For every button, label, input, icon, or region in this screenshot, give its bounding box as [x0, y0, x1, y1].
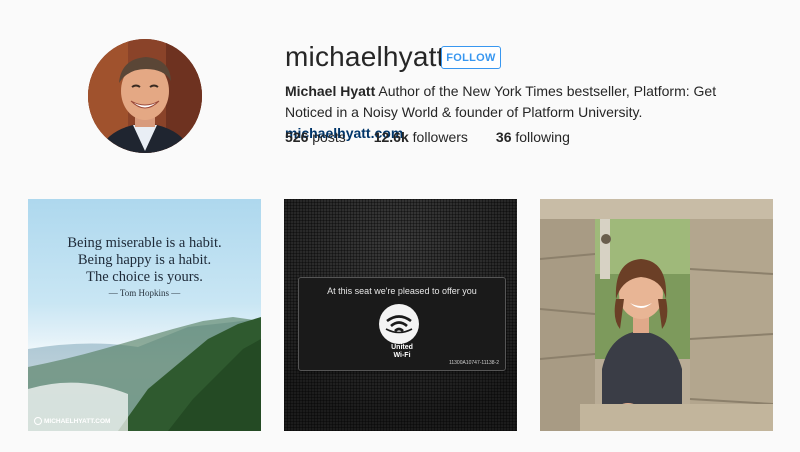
quote-line: The choice is yours.	[86, 269, 203, 285]
followers-count: 12.6k	[373, 129, 409, 145]
quote-line: Being miserable is a habit.	[67, 235, 222, 251]
watermark-logo-icon	[34, 417, 42, 425]
quote-author: — Tom Hopkins —	[108, 288, 181, 298]
following-count: 36	[495, 129, 512, 145]
following-label: following	[515, 129, 570, 145]
username: michaelhyatt	[285, 41, 445, 72]
posts-label: posts	[312, 129, 346, 145]
card-text: At this seat we're pleased to offer you	[327, 286, 477, 296]
card-serial: 11300A10747-11138-2	[448, 360, 499, 366]
logo-line: United	[391, 344, 413, 351]
watermark: MICHAELHYATT.COM	[34, 417, 110, 425]
follow-button[interactable]: FOLLOW	[441, 46, 501, 69]
avatar-photo	[88, 39, 202, 153]
followers-stat[interactable]: 12.6k followers	[374, 129, 468, 145]
wifi-logo-icon	[379, 304, 419, 344]
card-logo-text: United Wi-Fi	[299, 344, 505, 360]
stone-window-photo	[540, 199, 773, 431]
wifi-card: At this seat we're pleased to offer you …	[298, 277, 506, 371]
avatar	[88, 39, 202, 153]
post-thumbnail[interactable]: At this seat we're pleased to offer you …	[284, 199, 517, 431]
watermark-text: MICHAELHYATT.COM	[44, 417, 111, 425]
profile-stats: 526 posts 12.6k followers 36 following	[285, 129, 598, 145]
following-stat[interactable]: 36 following	[496, 129, 570, 145]
post-thumbnail[interactable]	[540, 199, 773, 431]
full-name: Michael Hyatt	[285, 83, 376, 99]
quote-line: Being happy is a habit.	[77, 252, 212, 268]
posts-count: 526	[285, 129, 309, 145]
mountain-landscape	[28, 317, 261, 431]
quote-text: Being miserable is a habit. Being happy …	[28, 235, 261, 286]
followers-label: followers	[412, 129, 468, 145]
post-thumbnail[interactable]: Being miserable is a habit. Being happy …	[28, 199, 261, 431]
posts-stat: 526 posts	[285, 129, 346, 145]
logo-line: Wi-Fi	[393, 352, 411, 359]
